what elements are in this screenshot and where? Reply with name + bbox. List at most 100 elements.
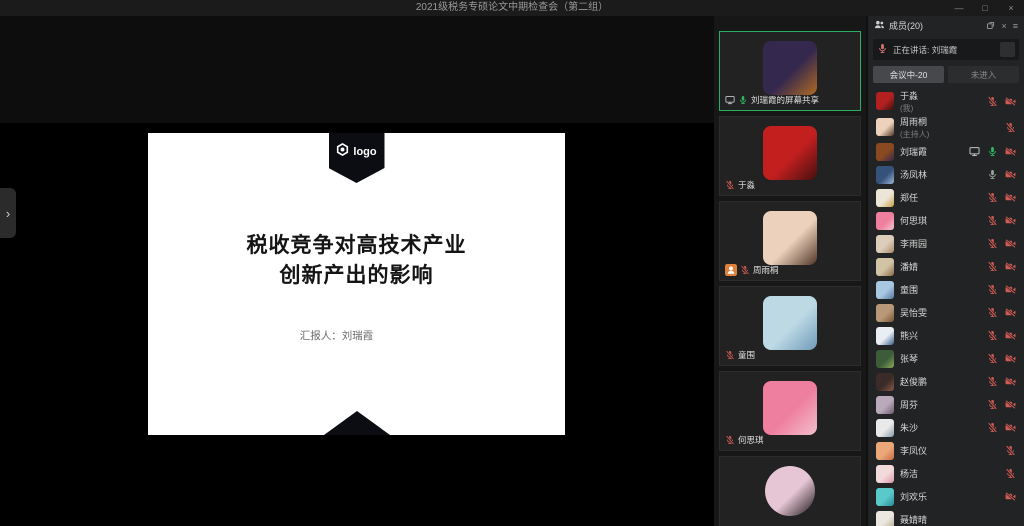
mic-icon bbox=[877, 43, 888, 56]
tab-not-joined[interactable]: 未进入 bbox=[948, 66, 1019, 83]
avatar bbox=[876, 511, 894, 526]
member-row[interactable]: 汤凤林 bbox=[868, 163, 1024, 186]
avatar bbox=[876, 281, 894, 299]
menu-icon[interactable]: ≡ bbox=[1013, 21, 1018, 31]
tile-label: 刘瑞霞的屏幕共享 bbox=[725, 94, 819, 106]
tile-name: 周雨桐 bbox=[753, 264, 779, 276]
mic-muted-icon bbox=[987, 192, 998, 203]
avatar bbox=[763, 41, 817, 95]
popout-icon[interactable] bbox=[986, 21, 995, 30]
avatar bbox=[876, 189, 894, 207]
avatar bbox=[763, 126, 817, 180]
avatar bbox=[763, 381, 817, 435]
cam-off-icon bbox=[1005, 330, 1016, 341]
slide-bottom-ornament bbox=[324, 411, 390, 435]
avatar bbox=[876, 304, 894, 322]
member-name: 于淼 bbox=[900, 89, 918, 102]
member-row[interactable]: 赵俊鹏 bbox=[868, 370, 1024, 393]
video-tile[interactable]: 何思琪 bbox=[719, 371, 861, 451]
member-name: 聂婧晴 bbox=[900, 513, 927, 526]
tile-name: 何思琪 bbox=[738, 434, 764, 446]
cam-off-icon bbox=[1005, 422, 1016, 433]
member-row[interactable]: 熊兴 bbox=[868, 324, 1024, 347]
cam-off-icon bbox=[1005, 261, 1016, 272]
member-row[interactable]: 刘欢乐 bbox=[868, 485, 1024, 508]
people-icon bbox=[874, 19, 885, 32]
member-row[interactable]: 刘瑞霞 bbox=[868, 140, 1024, 163]
member-row[interactable]: 童围 bbox=[868, 278, 1024, 301]
member-row[interactable]: 周芬 bbox=[868, 393, 1024, 416]
tab-in-meeting[interactable]: 会议中-20 bbox=[873, 66, 944, 83]
member-name: 吴怡雯 bbox=[900, 306, 927, 319]
member-row[interactable]: 潘婧 bbox=[868, 255, 1024, 278]
avatar bbox=[763, 211, 817, 265]
titlebar: 2021级税务专硕论文中期检查会（第二组） — □ × bbox=[0, 0, 1024, 16]
minimize-button[interactable]: — bbox=[946, 0, 972, 16]
members-panel-header: 成员(20) × ≡ bbox=[868, 18, 1024, 33]
member-row[interactable]: 于淼(我) bbox=[868, 88, 1024, 114]
cam-off-icon bbox=[1005, 491, 1016, 502]
member-row[interactable]: 李凤仪 bbox=[868, 439, 1024, 462]
slide-title-line2: 创新产出的影响 bbox=[148, 261, 565, 291]
cam-off-icon bbox=[1005, 192, 1016, 203]
member-row[interactable]: 吴怡雯 bbox=[868, 301, 1024, 324]
mic-muted-icon bbox=[1005, 122, 1016, 133]
avatar bbox=[765, 466, 815, 516]
member-row[interactable]: 周雨桐(主持人) bbox=[868, 114, 1024, 140]
video-tile[interactable]: 刘瑞霞的屏幕共享 bbox=[719, 31, 861, 111]
member-row[interactable]: 朱沙 bbox=[868, 416, 1024, 439]
slide-title: 税收竞争对高技术产业 创新产出的影响 bbox=[148, 231, 565, 292]
member-name: 杨洁 bbox=[900, 467, 918, 480]
avatar bbox=[876, 373, 894, 391]
screen-share-icon bbox=[969, 146, 980, 157]
member-row[interactable]: 杨洁 bbox=[868, 462, 1024, 485]
member-name: 童围 bbox=[900, 283, 918, 296]
cam-off-icon bbox=[1005, 215, 1016, 226]
member-row[interactable]: 李雨园 bbox=[868, 232, 1024, 255]
tile-name: 刘瑞霞的屏幕共享 bbox=[751, 94, 819, 106]
host-badge-icon bbox=[725, 264, 737, 276]
member-name: 汤凤林 bbox=[900, 168, 927, 181]
maximize-button[interactable]: □ bbox=[972, 0, 998, 16]
logo-label: logo bbox=[353, 146, 376, 158]
close-panel-icon[interactable]: × bbox=[1001, 21, 1006, 31]
avatar bbox=[876, 488, 894, 506]
mic-muted-icon bbox=[987, 376, 998, 387]
tile-label: 何思琪 bbox=[725, 434, 764, 446]
close-button[interactable]: × bbox=[998, 0, 1024, 16]
video-tile[interactable]: 周雨桐 bbox=[719, 201, 861, 281]
members-panel-title: 成员(20) bbox=[889, 19, 923, 32]
member-name: 周芬 bbox=[900, 398, 918, 411]
speaking-more-button[interactable] bbox=[1000, 42, 1015, 57]
mic-muted-icon bbox=[725, 435, 735, 445]
window-title: 2021级税务专硕论文中期检查会（第二组） bbox=[0, 0, 1024, 16]
member-row[interactable]: 张琴 bbox=[868, 347, 1024, 370]
mic-muted-icon bbox=[987, 422, 998, 433]
member-name: 张琴 bbox=[900, 352, 918, 365]
mic-gray-icon bbox=[987, 169, 998, 180]
member-role: (主持人) bbox=[900, 129, 929, 140]
sidebar-expander[interactable]: › bbox=[0, 188, 16, 238]
logo-icon bbox=[336, 143, 349, 161]
avatar bbox=[763, 296, 817, 350]
mic-muted-icon bbox=[1005, 445, 1016, 456]
screen-share-icon bbox=[725, 95, 735, 105]
video-tile[interactable]: 于淼 bbox=[719, 116, 861, 196]
stage-top-strip bbox=[0, 16, 714, 123]
member-name: 周雨桐 bbox=[900, 115, 929, 128]
video-tile[interactable]: 童围 bbox=[719, 286, 861, 366]
member-row[interactable]: 聂婧晴 bbox=[868, 508, 1024, 526]
mic-muted-icon bbox=[987, 215, 998, 226]
video-tile[interactable] bbox=[719, 456, 861, 526]
member-name: 潘婧 bbox=[900, 260, 918, 273]
member-row[interactable]: 郑任 bbox=[868, 186, 1024, 209]
avatar bbox=[876, 258, 894, 276]
member-row[interactable]: 何思琪 bbox=[868, 209, 1024, 232]
member-tabs: 会议中-20未进入 bbox=[873, 66, 1019, 83]
tile-label: 周雨桐 bbox=[725, 264, 779, 276]
screen-share-stage: › logo 税收竞争对高技术产业 创新产出的影响 汇报人：刘瑞霞 bbox=[0, 16, 714, 526]
member-name: 刘瑞霞 bbox=[900, 145, 927, 158]
mic-muted-icon bbox=[987, 284, 998, 295]
member-name: 何思琪 bbox=[900, 214, 927, 227]
avatar bbox=[876, 396, 894, 414]
